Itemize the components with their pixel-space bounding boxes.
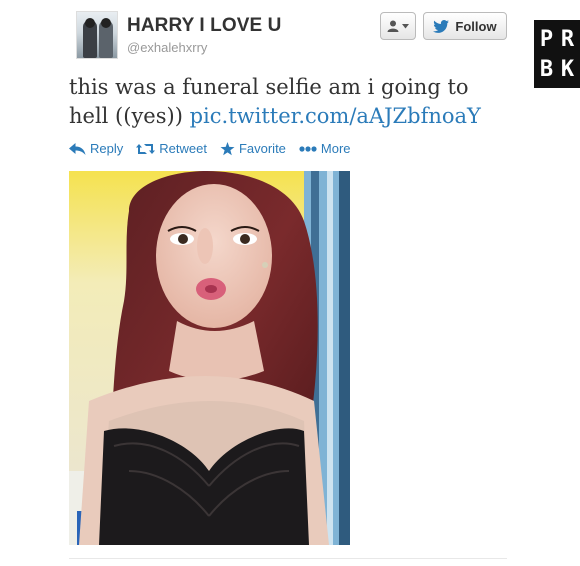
user-screen-name[interactable]: @exhalehxrry: [127, 40, 207, 55]
avatar-head-left: [85, 18, 95, 28]
reply-button[interactable]: Reply: [69, 141, 123, 156]
retweet-icon: [136, 143, 156, 154]
watermark-letter: K: [560, 56, 575, 82]
tweet-photo[interactable]: [69, 171, 350, 545]
reply-icon: [69, 142, 86, 155]
person-icon: [387, 20, 399, 32]
watermark-letter: P: [539, 26, 554, 52]
favorite-label: Favorite: [238, 141, 286, 156]
favorite-button[interactable]: Favorite: [220, 141, 286, 156]
tweet-photo-link[interactable]: pic.twitter.com/aAJZbfnoaY: [190, 104, 481, 128]
more-dots-icon: [299, 145, 317, 152]
follow-button-label: Follow: [455, 18, 497, 34]
more-label: More: [320, 141, 351, 156]
user-avatar[interactable]: [76, 11, 118, 59]
retweet-label: Retweet: [159, 141, 207, 156]
tweet-footer-divider: [69, 558, 507, 559]
user-actions-dropdown-button[interactable]: [380, 12, 416, 40]
more-button[interactable]: More: [299, 141, 351, 156]
retweet-button[interactable]: Retweet: [136, 141, 207, 156]
prbk-watermark-logo: P R B K: [534, 20, 580, 88]
reply-label: Reply: [90, 141, 124, 156]
watermark-letter: R: [560, 26, 575, 52]
twitter-bird-icon: [433, 19, 450, 33]
selfie-photo-illustration: [69, 171, 350, 545]
avatar-head-right: [101, 18, 111, 28]
watermark-letter: B: [539, 56, 554, 82]
tweet-text: this was a funeral selfie am i going to …: [69, 73, 509, 131]
follow-button[interactable]: Follow: [423, 12, 507, 40]
star-icon: [220, 141, 235, 155]
tweet-actions: Reply Retweet Favorite More: [69, 141, 364, 156]
caret-down-icon: [402, 23, 409, 28]
user-display-name[interactable]: HARRY I LOVE U: [127, 15, 281, 37]
